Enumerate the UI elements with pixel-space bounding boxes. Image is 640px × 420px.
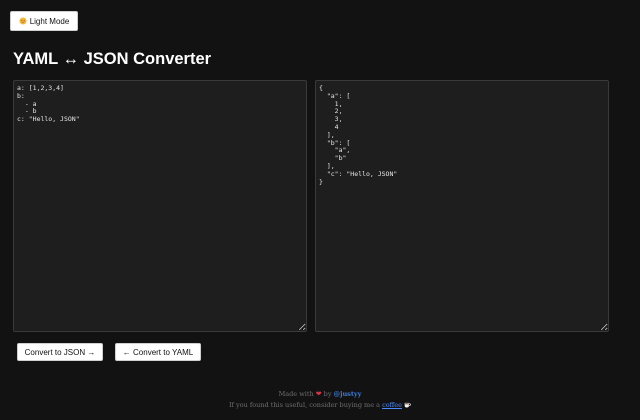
json-output[interactable]: { "a": [ 1, 2, 3, 4 ], "b": [ "a", "b" ]… [315, 80, 609, 332]
footer-support: If you found this useful, consider buyin… [0, 401, 640, 409]
page-title: YAML ↔ JSON Converter [13, 50, 212, 68]
coffee-cup-icon [404, 402, 411, 408]
coffee-link[interactable]: coffee [382, 401, 402, 409]
footer-credit: Made with ❤ by @justyy [0, 390, 640, 398]
convert-to-yaml-button[interactable]: ← Convert to YAML [115, 343, 201, 361]
by-text: by [323, 390, 332, 398]
support-text: If you found this useful, consider buyin… [228, 401, 380, 409]
theme-toggle-button[interactable]: Light Mode [10, 11, 78, 31]
made-with-text: Made with [278, 390, 314, 398]
yaml-input[interactable]: a: [1,2,3,4] b: - a - b c: "Hello, JSON" [13, 80, 307, 332]
theme-toggle-label: Light Mode [29, 16, 70, 26]
heart-icon: ❤ [315, 390, 322, 398]
convert-to-json-button[interactable]: Convert to JSON → [17, 343, 103, 361]
sun-icon [19, 17, 27, 25]
author-link[interactable]: @justyy [334, 390, 362, 398]
